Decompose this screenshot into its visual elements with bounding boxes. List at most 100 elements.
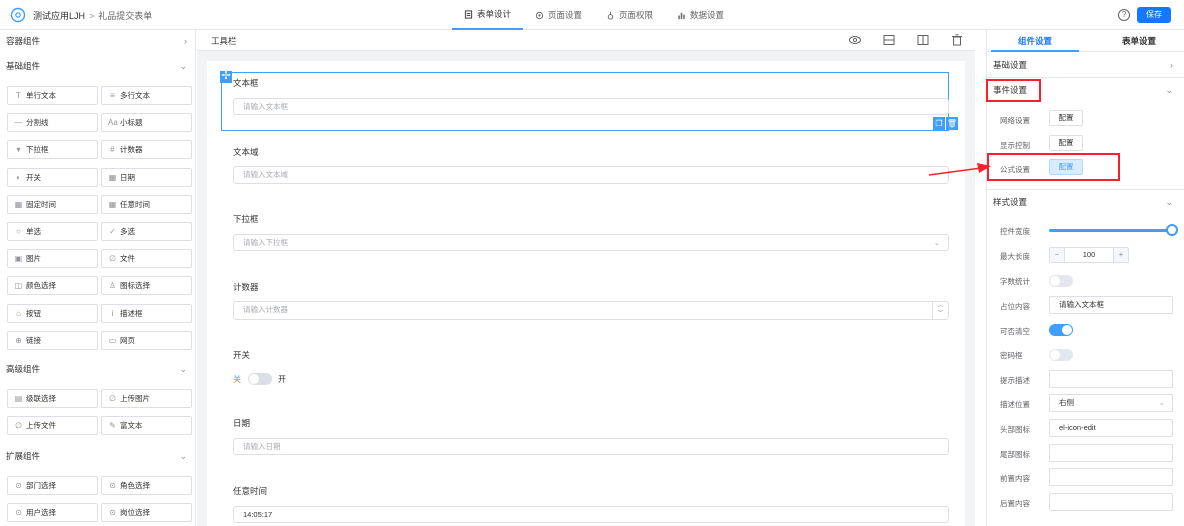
tab-form-settings[interactable]: 表单设置 (1095, 30, 1183, 52)
maxlength-label: 最大长度 (1000, 252, 1030, 261)
delete-field-icon[interactable]: 🗑 (946, 117, 958, 130)
plus-icon[interactable]: + (1113, 248, 1128, 262)
anytime-input[interactable]: 14:05:17 (233, 506, 949, 523)
display-config-button[interactable]: 配置 (1049, 135, 1083, 151)
save-button[interactable]: 保存 (1137, 7, 1171, 23)
component-item[interactable]: T 单行文本 (7, 86, 98, 105)
component-icon: ∅ (109, 394, 116, 403)
component-item[interactable]: — 分割线 (7, 113, 98, 133)
field-label-date: 日期 (233, 418, 251, 428)
desc-position-select[interactable]: 右侧 ⌄ (1049, 394, 1173, 412)
component-icon: ▤ (14, 394, 23, 403)
stepper-arrows-icon[interactable]: ︿ ﹀ (932, 302, 948, 319)
section-extended-components[interactable]: 扩展组件 ⌄ (0, 446, 196, 466)
component-item[interactable]: ▣ 图片 (7, 249, 98, 269)
drag-move-icon[interactable]: ✢ (220, 71, 232, 83)
component-item[interactable]: ⊙ 用户选择 (7, 503, 98, 523)
suffix-input[interactable] (1049, 493, 1173, 511)
switch-toggle[interactable] (248, 373, 272, 385)
divider (987, 77, 1184, 78)
component-item[interactable]: i 描述框 (101, 303, 192, 323)
component-item[interactable]: ▾ 下拉框 (7, 140, 98, 160)
eye-icon[interactable] (848, 33, 862, 47)
component-item[interactable]: ≡ 多行文本 (101, 86, 192, 105)
component-item[interactable]: ◫ 颜色选择 (7, 276, 98, 296)
maxlength-stepper[interactable]: − 100 + (1049, 247, 1129, 263)
tab-form-design[interactable]: 表单设计 (452, 0, 524, 30)
component-item[interactable]: ✓ 多选 (101, 222, 192, 241)
prefix-label: 前置内容 (1000, 474, 1030, 483)
tail-icon-input[interactable] (1049, 444, 1173, 462)
tab-component-settings[interactable]: 组件设置 (991, 30, 1079, 52)
help-icon[interactable]: ? (1118, 9, 1130, 21)
date-input[interactable]: 请输入日期 (233, 438, 949, 455)
component-label: 链接 (26, 335, 41, 345)
component-item[interactable]: ▭ 网页 (101, 330, 192, 350)
component-item[interactable]: # 计数器 (101, 140, 192, 160)
select-input[interactable]: 请输入下拉框 ⌄ (233, 234, 949, 251)
component-item[interactable]: ✎ 富文本 (101, 416, 192, 436)
component-label: 上传文件 (26, 421, 56, 431)
component-item[interactable]: ∅ 上传文件 (7, 416, 98, 436)
component-label: 单行文本 (26, 91, 56, 100)
layout-rows-icon[interactable] (882, 33, 896, 47)
password-toggle[interactable] (1049, 349, 1073, 361)
hint-label: 提示描述 (1000, 376, 1030, 385)
component-item[interactable]: ▤ 级联选择 (7, 389, 98, 408)
section-container-components[interactable]: 容器组件 › (0, 31, 196, 51)
textbox-input[interactable]: 请输入文本框 (233, 98, 949, 115)
component-icon: ⊙ (109, 481, 116, 490)
section-title: 基础组件 (6, 61, 41, 71)
component-item[interactable]: ○ 单选 (7, 222, 98, 241)
component-item[interactable]: ♙ 图标选择 (101, 276, 192, 296)
component-label: 用户选择 (26, 508, 56, 518)
annotation-highlight-event-settings (986, 79, 1041, 102)
component-item[interactable]: ⊙ 岗位选择 (101, 503, 192, 523)
network-config-button[interactable]: 配置 (1049, 110, 1083, 126)
placeholder-input[interactable]: 请输入文本框 (1049, 296, 1173, 314)
tab-label: 页面设置 (548, 10, 583, 20)
minus-icon[interactable]: − (1050, 248, 1065, 262)
section-title: 样式设置 (993, 197, 1028, 207)
component-icon: ⊕ (15, 335, 22, 345)
layout-columns-icon[interactable] (916, 33, 930, 47)
component-item[interactable]: ∅ 文件 (101, 249, 192, 269)
width-slider-handle[interactable] (1166, 224, 1178, 236)
component-item[interactable]: ⌂ 按钮 (7, 303, 98, 323)
tab-page-permission[interactable]: 页面权限 (594, 0, 665, 30)
switch-on-label: 开 (278, 375, 286, 384)
section-advanced-components[interactable]: 高级组件 ⌄ (0, 359, 196, 379)
tab-page-settings[interactable]: 页面设置 (523, 0, 594, 30)
counter-input[interactable]: 请输入计数器 ︿ ﹀ (233, 301, 949, 320)
textarea-input[interactable]: 请输入文本域 (233, 166, 949, 184)
component-item[interactable]: ⊙ 角色选择 (101, 476, 192, 495)
section-basic-settings[interactable]: 基础设置 › (987, 54, 1184, 76)
component-label: 级联选择 (26, 394, 56, 403)
hint-input[interactable] (1049, 370, 1173, 388)
tab-data-settings[interactable]: 数据设置 (665, 0, 736, 30)
component-item[interactable]: ▦ 日期 (101, 167, 192, 187)
head-icon-input[interactable]: el-icon-edit (1049, 419, 1173, 437)
form-design-icon (464, 9, 473, 19)
delete-icon[interactable] (950, 33, 964, 47)
component-item[interactable]: ∅ 上传图片 (101, 389, 192, 408)
component-item[interactable]: ▦ 固定时间 (7, 194, 98, 214)
prefix-input[interactable] (1049, 468, 1173, 486)
component-label: 多选 (120, 227, 135, 236)
component-item[interactable]: ⊙ 部门选择 (7, 476, 98, 495)
wordcount-toggle[interactable] (1049, 275, 1073, 287)
field-label-switch: 开关 (233, 350, 251, 360)
section-style-settings[interactable]: 样式设置 ⌄ (987, 191, 1184, 213)
component-icon: Aa (108, 118, 118, 128)
copy-icon[interactable]: ❐ (933, 117, 945, 130)
page-permission-icon (607, 11, 614, 20)
width-slider-track[interactable] (1049, 229, 1173, 232)
component-item[interactable]: ▦ 任意时间 (101, 194, 192, 214)
component-item[interactable]: ◐ 开关 (7, 167, 98, 187)
component-item[interactable]: Aa 小标题 (101, 113, 192, 133)
component-item[interactable]: ⊕ 链接 (7, 330, 98, 350)
top-bar: 测试应用LJH > 礼品提交表单 表单设计 页面设置 页面权限 数据设置 ? 保存 (0, 0, 1184, 30)
breadcrumb-app[interactable]: 测试应用LJH (33, 11, 85, 21)
clearable-toggle[interactable] (1049, 324, 1073, 336)
section-basic-components[interactable]: 基础组件 ⌄ (0, 56, 196, 76)
